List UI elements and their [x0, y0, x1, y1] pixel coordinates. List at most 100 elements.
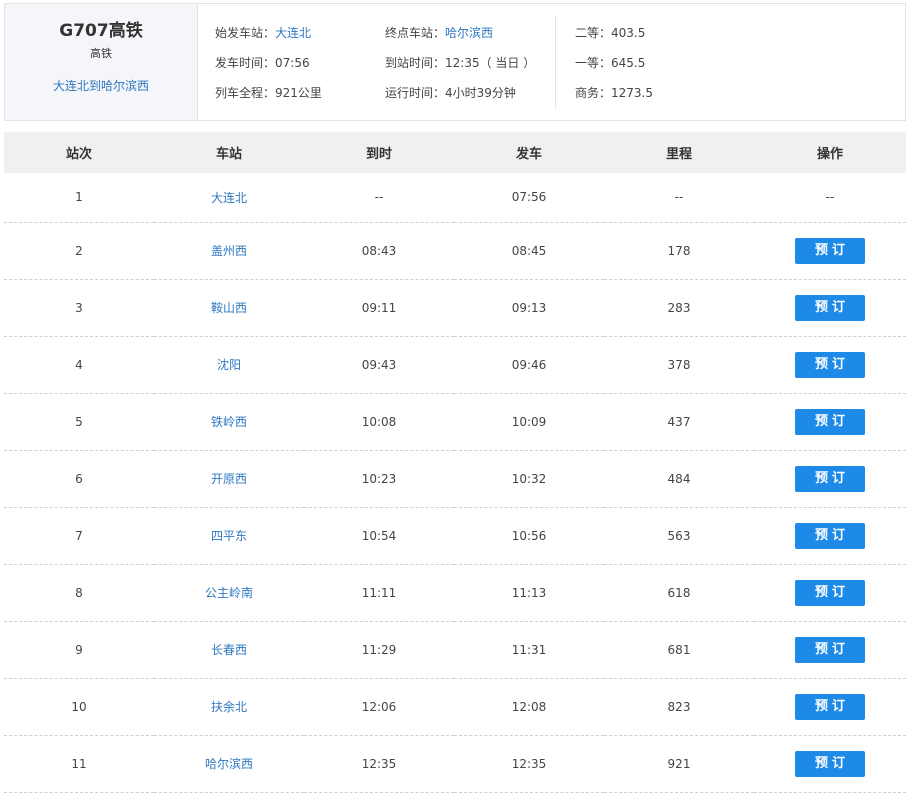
depart-time-value: 07:56: [275, 56, 310, 70]
table-row: 9 长春西 11:29 11:31 681 预订: [4, 621, 906, 678]
arrive-time-cell: 09:11: [361, 300, 397, 315]
book-button[interactable]: 预订: [795, 750, 865, 777]
table-row: 1 大连北 -- 07:56 -- --: [4, 173, 906, 222]
table-row: 5 铁岭西 10:08 10:09 437 预订: [4, 393, 906, 450]
start-station-link[interactable]: 大连北: [275, 26, 311, 40]
book-button[interactable]: 预订: [795, 579, 865, 606]
station-link[interactable]: 盖州西: [154, 222, 304, 279]
end-station-link[interactable]: 哈尔滨西: [445, 26, 493, 40]
table-header-row: 站次 车站 到时 发车 里程 操作: [4, 132, 906, 173]
arrive-time-cell: 10:08: [361, 414, 397, 429]
stop-no-cell: 7: [75, 528, 83, 543]
price-first-value: 645.5: [611, 56, 646, 70]
arrive-time-label: 到站时间：: [385, 56, 446, 70]
mileage-cell: 484: [667, 471, 691, 486]
book-button[interactable]: 预订: [795, 237, 865, 264]
station-link[interactable]: 铁岭西: [154, 393, 304, 450]
station-link[interactable]: 哈尔滨西: [154, 735, 304, 792]
stop-no-cell: 8: [75, 585, 83, 600]
action-cell: 预订: [754, 564, 906, 621]
header-depart: 发车: [515, 147, 542, 162]
book-button[interactable]: 预订: [795, 636, 865, 663]
action-cell: 预订: [754, 393, 906, 450]
action-cell: 预订: [754, 621, 906, 678]
stop-no-cell: 6: [75, 471, 83, 486]
action-cell: 预订: [754, 450, 906, 507]
arrive-time-cell: 08:43: [361, 243, 397, 258]
table-row: 11 哈尔滨西 12:35 12:35 921 预订: [4, 735, 906, 792]
action-cell: 预订: [754, 507, 906, 564]
arrive-time-cell: 11:29: [361, 642, 397, 657]
book-button[interactable]: 预订: [795, 294, 865, 321]
price-second-value: 403.5: [611, 26, 646, 40]
price-business-label: 商务：: [575, 86, 612, 100]
mileage-cell: 681: [667, 642, 691, 657]
stop-no-cell: 5: [75, 414, 83, 429]
total-distance: 列车全程：921公里: [215, 84, 322, 101]
station-link[interactable]: 四平东: [154, 507, 304, 564]
table-row: 6 开原西 10:23 10:32 484 预订: [4, 450, 906, 507]
mileage-cell: 178: [667, 243, 691, 258]
action-cell: 预订: [754, 678, 906, 735]
end-station: 终点车站：哈尔滨西: [385, 24, 493, 41]
start-station: 始发车站：大连北: [215, 24, 311, 41]
depart-time-cell: 10:56: [511, 528, 547, 543]
station-link[interactable]: 扶余北: [154, 678, 304, 735]
table-row: 7 四平东 10:54 10:56 563 预订: [4, 507, 906, 564]
mileage-cell: 437: [667, 414, 691, 429]
book-button[interactable]: 预订: [795, 465, 865, 492]
run-duration-label: 运行时间：: [385, 86, 446, 100]
depart-time-cell: 12:08: [511, 699, 547, 714]
mileage-cell: 283: [667, 300, 691, 315]
header-station: 车站: [215, 147, 242, 162]
depart-time-cell: 11:31: [511, 642, 547, 657]
arrive-time-cell: 09:43: [361, 357, 397, 372]
depart-time-cell: 11:13: [511, 585, 547, 600]
table-row: 10 扶余北 12:06 12:08 823 预订: [4, 678, 906, 735]
station-link[interactable]: 公主岭南: [154, 564, 304, 621]
depart-time: 发车时间：07:56: [215, 54, 310, 71]
run-duration-value: 4小时39分钟: [445, 86, 516, 100]
stop-no-cell: 1: [75, 190, 83, 205]
table-row: 4 沈阳 09:43 09:46 378 预订: [4, 336, 906, 393]
price-first-class: 一等：645.5: [575, 54, 645, 71]
depart-time-cell: 10:32: [511, 471, 547, 486]
price-business-class: 商务：1273.5: [575, 84, 653, 101]
end-station-label: 终点车站：: [385, 26, 446, 40]
station-link[interactable]: 大连北: [154, 173, 304, 222]
depart-time-cell: 08:45: [511, 243, 547, 258]
arrive-time-cell: --: [374, 190, 384, 205]
header-stop-no: 站次: [65, 147, 92, 162]
mileage-cell: 378: [667, 357, 691, 372]
action-cell: 预订: [754, 279, 906, 336]
total-distance-label: 列车全程：: [215, 86, 276, 100]
train-summary: G707高铁 高铁 大连北到哈尔滨西: [5, 4, 198, 120]
price-first-label: 一等：: [575, 56, 612, 70]
header-mileage: 里程: [665, 147, 692, 162]
action-cell: 预订: [754, 336, 906, 393]
arrive-time-cell: 12:35: [361, 756, 397, 771]
mileage-cell: 563: [667, 528, 691, 543]
book-button[interactable]: 预订: [795, 522, 865, 549]
stop-no-cell: 4: [75, 357, 83, 372]
price-second-class: 二等：403.5: [575, 24, 645, 41]
arrive-time-cell: 10:54: [361, 528, 397, 543]
route-link[interactable]: 大连北到哈尔滨西: [5, 77, 197, 94]
station-link[interactable]: 鞍山西: [154, 279, 304, 336]
stop-no-cell: 9: [75, 642, 83, 657]
table-row: 2 盖州西 08:43 08:45 178 预订: [4, 222, 906, 279]
depart-time-cell: 07:56: [511, 190, 547, 205]
stops-table: 站次 车站 到时 发车 里程 操作 1 大连北 -- 07:56 -- -- 2 盖州西 08:…: [4, 132, 906, 793]
action-cell: 预订: [754, 735, 906, 792]
book-button[interactable]: 预订: [795, 351, 865, 378]
station-link[interactable]: 沈阳: [154, 336, 304, 393]
depart-time-label: 发车时间：: [215, 56, 276, 70]
table-row: 8 公主岭南 11:11 11:13 618 预订: [4, 564, 906, 621]
stops-table-container: 站次 车站 到时 发车 里程 操作 1 大连北 -- 07:56 -- -- 2 盖州西 08:…: [4, 132, 906, 800]
header-action: 操作: [816, 147, 843, 162]
book-button[interactable]: 预订: [795, 693, 865, 720]
book-button[interactable]: 预订: [795, 408, 865, 435]
station-link[interactable]: 开原西: [154, 450, 304, 507]
arrive-time-cell: 12:06: [361, 699, 397, 714]
station-link[interactable]: 长春西: [154, 621, 304, 678]
